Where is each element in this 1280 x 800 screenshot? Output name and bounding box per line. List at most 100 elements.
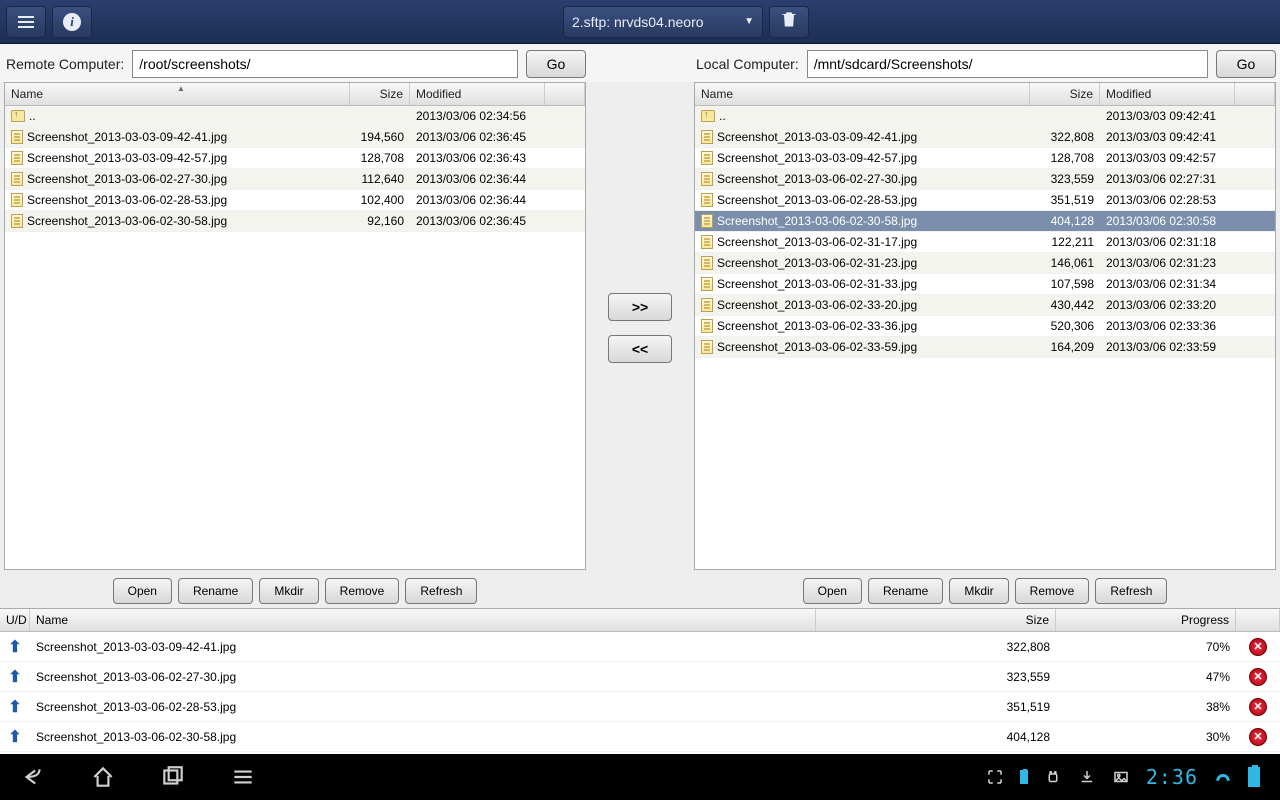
col-progress[interactable]: Progress <box>1056 609 1236 631</box>
file-row[interactable]: Screenshot_2013-03-06-02-27-30.jpg 323,5… <box>695 169 1275 190</box>
file-row[interactable]: Screenshot_2013-03-06-02-31-17.jpg 122,2… <box>695 232 1275 253</box>
rename-button[interactable]: Rename <box>868 578 943 604</box>
menu-button[interactable] <box>230 764 256 790</box>
remove-button[interactable]: Remove <box>1015 578 1090 604</box>
col-name[interactable]: Name▲ <box>5 83 350 105</box>
local-file-list[interactable]: .. 2013/03/03 09:42:41 Screenshot_2013-0… <box>695 106 1275 569</box>
col-name[interactable]: Name <box>30 609 816 631</box>
col-size[interactable]: Size <box>1030 83 1100 105</box>
file-row[interactable]: Screenshot_2013-03-06-02-30-58.jpg 92,16… <box>5 211 585 232</box>
queue-file-name: Screenshot_2013-03-06-02-28-53.jpg <box>30 700 816 714</box>
file-name: Screenshot_2013-03-03-09-42-57.jpg <box>717 151 917 165</box>
refresh-button[interactable]: Refresh <box>1095 578 1167 604</box>
info-button[interactable]: i <box>52 6 92 38</box>
local-header: Name Size Modified <box>695 83 1275 106</box>
cancel-button[interactable]: ✕ <box>1249 638 1267 656</box>
col-modified[interactable]: Modified <box>1100 83 1235 105</box>
back-button[interactable] <box>20 764 46 790</box>
menu-button[interactable] <box>6 6 46 38</box>
parent-dir-row[interactable]: .. 2013/03/06 02:34:56 <box>5 106 585 127</box>
upload-arrow-icon: ⬆ <box>8 727 21 747</box>
android-icon <box>1044 768 1062 786</box>
file-size: 128,708 <box>350 151 410 165</box>
file-icon <box>701 256 713 270</box>
refresh-button[interactable]: Refresh <box>405 578 477 604</box>
file-row[interactable]: Screenshot_2013-03-03-09-42-57.jpg 128,7… <box>5 148 585 169</box>
system-navbar: 2:36 <box>0 754 1280 800</box>
file-icon <box>701 151 713 165</box>
home-button[interactable] <box>90 764 116 790</box>
info-icon: i <box>63 13 81 31</box>
col-name[interactable]: Name <box>695 83 1030 105</box>
file-row[interactable]: Screenshot_2013-03-06-02-27-30.jpg 112,6… <box>5 169 585 190</box>
cancel-button[interactable]: ✕ <box>1249 668 1267 686</box>
folder-up-icon <box>701 110 715 122</box>
expand-icon <box>986 768 1004 786</box>
file-modified: 2013/03/06 02:28:53 <box>1100 193 1235 207</box>
file-row[interactable]: Screenshot_2013-03-06-02-30-58.jpg 404,1… <box>695 211 1275 232</box>
queue-row[interactable]: ⬆ Screenshot_2013-03-03-09-42-41.jpg 322… <box>0 632 1280 662</box>
remote-panel: Name▲ Size Modified .. 2013/03/06 02:34:… <box>0 82 590 574</box>
queue-file-size: 323,559 <box>816 670 1056 684</box>
col-modified[interactable]: Modified <box>410 83 545 105</box>
gallery-icon <box>1112 768 1130 786</box>
file-size: 92,160 <box>350 214 410 228</box>
remote-path-input[interactable] <box>132 50 518 78</box>
file-row[interactable]: Screenshot_2013-03-06-02-33-20.jpg 430,4… <box>695 295 1275 316</box>
file-row[interactable]: Screenshot_2013-03-03-09-42-41.jpg 194,5… <box>5 127 585 148</box>
cancel-button[interactable]: ✕ <box>1249 728 1267 746</box>
battery-small-icon <box>1020 770 1028 784</box>
file-name: Screenshot_2013-03-03-09-42-57.jpg <box>27 151 227 165</box>
file-size: 164,209 <box>1030 340 1100 354</box>
file-name: Screenshot_2013-03-06-02-27-30.jpg <box>717 172 917 186</box>
local-go-button[interactable]: Go <box>1216 50 1276 78</box>
file-row[interactable]: Screenshot_2013-03-06-02-31-33.jpg 107,5… <box>695 274 1275 295</box>
file-row[interactable]: Screenshot_2013-03-06-02-28-53.jpg 102,4… <box>5 190 585 211</box>
open-button[interactable]: Open <box>113 578 172 604</box>
local-panel: Name Size Modified .. 2013/03/03 09:42:4… <box>690 82 1280 574</box>
file-modified: 2013/03/03 09:42:41 <box>1100 130 1235 144</box>
local-path-input[interactable] <box>807 50 1208 78</box>
rename-button[interactable]: Rename <box>178 578 253 604</box>
connection-dropdown[interactable]: 2.sftp: nrvds04.neoro ▼ <box>563 6 763 38</box>
file-row[interactable]: Screenshot_2013-03-06-02-31-23.jpg 146,0… <box>695 253 1275 274</box>
file-modified: 2013/03/06 02:36:45 <box>410 214 545 228</box>
file-icon <box>11 130 23 144</box>
remote-go-button[interactable]: Go <box>526 50 586 78</box>
file-row[interactable]: Screenshot_2013-03-03-09-42-41.jpg 322,8… <box>695 127 1275 148</box>
queue-file-name: Screenshot_2013-03-03-09-42-41.jpg <box>30 640 816 654</box>
mkdir-button[interactable]: Mkdir <box>949 578 1008 604</box>
transfer-to-local-button[interactable]: >> <box>608 293 672 321</box>
battery-icon <box>1248 767 1260 787</box>
file-row[interactable]: Screenshot_2013-03-03-09-42-57.jpg 128,7… <box>695 148 1275 169</box>
queue-row[interactable]: ⬆ Screenshot_2013-03-06-02-28-53.jpg 351… <box>0 692 1280 722</box>
col-size[interactable]: Size <box>816 609 1056 631</box>
file-row[interactable]: Screenshot_2013-03-06-02-33-36.jpg 520,3… <box>695 316 1275 337</box>
transfer-to-remote-button[interactable]: << <box>608 335 672 363</box>
mkdir-button[interactable]: Mkdir <box>259 578 318 604</box>
queue-row[interactable]: ⬆ Screenshot_2013-03-06-02-27-30.jpg 323… <box>0 662 1280 692</box>
parent-dir-row[interactable]: .. 2013/03/03 09:42:41 <box>695 106 1275 127</box>
file-size: 128,708 <box>1030 151 1100 165</box>
delete-button[interactable] <box>769 6 809 38</box>
download-icon <box>1078 768 1096 786</box>
cancel-button[interactable]: ✕ <box>1249 698 1267 716</box>
wifi-icon <box>1214 768 1232 786</box>
queue-file-name: Screenshot_2013-03-06-02-27-30.jpg <box>30 670 816 684</box>
file-row[interactable]: Screenshot_2013-03-06-02-33-59.jpg 164,2… <box>695 337 1275 358</box>
file-name: Screenshot_2013-03-06-02-33-59.jpg <box>717 340 917 354</box>
remove-button[interactable]: Remove <box>325 578 400 604</box>
queue-row[interactable]: ⬆ Screenshot_2013-03-06-02-30-58.jpg 404… <box>0 722 1280 752</box>
open-button[interactable]: Open <box>803 578 862 604</box>
col-ud[interactable]: U/D <box>0 609 30 631</box>
upload-arrow-icon: ⬆ <box>8 637 21 657</box>
sort-asc-icon: ▲ <box>177 84 185 93</box>
file-modified: 2013/03/06 02:31:34 <box>1100 277 1235 291</box>
recent-apps-button[interactable] <box>160 764 186 790</box>
col-size[interactable]: Size <box>350 83 410 105</box>
file-row[interactable]: Screenshot_2013-03-06-02-28-53.jpg 351,5… <box>695 190 1275 211</box>
file-icon <box>701 319 713 333</box>
remote-path-row: Remote Computer: Go <box>0 44 590 82</box>
remote-file-list[interactable]: .. 2013/03/06 02:34:56 Screenshot_2013-0… <box>5 106 585 569</box>
file-size: 404,128 <box>1030 214 1100 228</box>
